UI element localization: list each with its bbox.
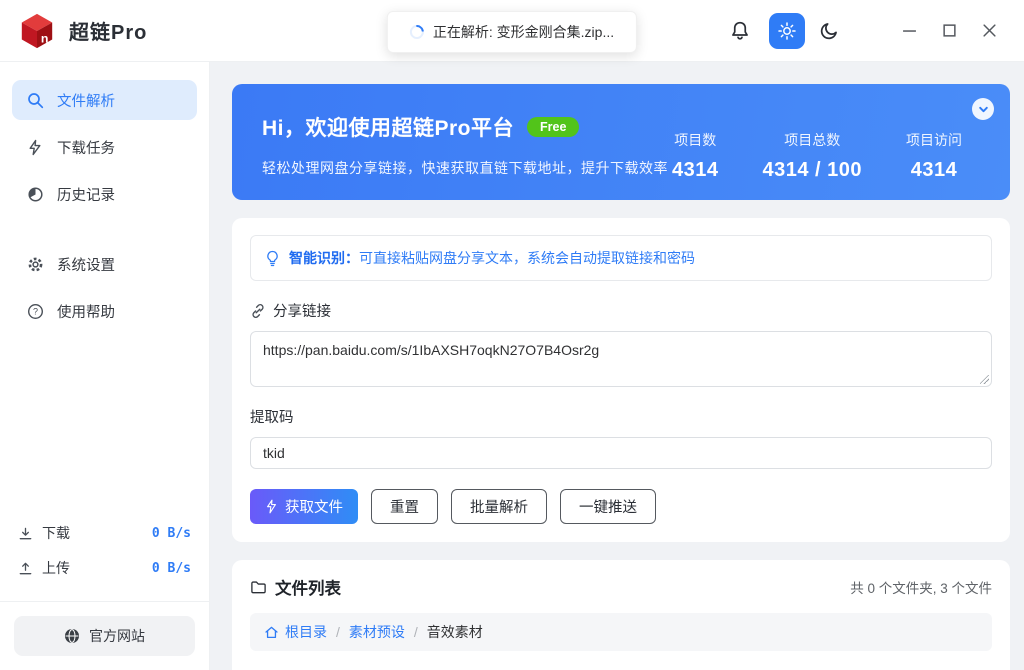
welcome-banner: Hi，欢迎使用超链Pro平台 Free 轻松处理网盘分享链接，快速获取直链下载地… bbox=[232, 84, 1010, 200]
share-link-input[interactable]: https://pan.baidu.com/s/1IbAXSH7oqkN27O7… bbox=[250, 331, 992, 387]
sidebar-divider bbox=[0, 601, 209, 602]
file-list-title-row: 文件列表 bbox=[250, 575, 341, 599]
sidebar-item-history[interactable]: 历史记录 bbox=[12, 174, 197, 214]
main-content: Hi，欢迎使用超链Pro平台 Free 轻松处理网盘分享链接，快速获取直链下载地… bbox=[210, 62, 1024, 670]
folder-icon bbox=[250, 579, 267, 595]
batch-parse-button[interactable]: 批量解析 bbox=[451, 489, 547, 524]
toast-text: 正在解析: 变形金刚合集.zip... bbox=[432, 24, 615, 40]
sidebar-item-label: 使用帮助 bbox=[57, 304, 115, 321]
lightning-icon bbox=[27, 139, 44, 156]
share-link-label-row: 分享链接 bbox=[250, 300, 992, 321]
code-label-row: 提取码 bbox=[250, 406, 992, 427]
breadcrumb-separator: / bbox=[413, 624, 418, 640]
maximize-button[interactable] bbox=[940, 22, 958, 40]
sidebar-item-file-parse[interactable]: 文件解析 bbox=[12, 80, 197, 120]
sidebar-item-label: 历史记录 bbox=[57, 187, 115, 204]
breadcrumb-separator: / bbox=[336, 624, 340, 640]
lightbulb-icon bbox=[265, 250, 280, 267]
app-window: n 超链Pro 正在解析: 变形金刚合集.zip... 文件解析 下载任务 历史… bbox=[0, 0, 1024, 670]
download-icon bbox=[18, 526, 33, 541]
share-link-label: 分享链接 bbox=[273, 304, 331, 320]
extract-code-label: 提取码 bbox=[250, 410, 294, 426]
breadcrumb: 根目录 / 素材预设 / 音效素材 bbox=[250, 613, 992, 651]
sidebar-item-help[interactable]: ? 使用帮助 bbox=[12, 291, 197, 331]
stat-project-count: 项目数 4314 bbox=[671, 132, 719, 181]
topbar-actions bbox=[727, 12, 1024, 49]
gear-icon bbox=[27, 256, 44, 273]
reset-button[interactable]: 重置 bbox=[371, 489, 438, 524]
official-website-label: 官方网站 bbox=[89, 628, 145, 644]
tip-title: 智能识别： bbox=[289, 250, 359, 266]
sidebar-item-label: 系统设置 bbox=[57, 257, 115, 274]
svg-text:n: n bbox=[41, 31, 49, 45]
history-icon bbox=[27, 186, 44, 203]
parser-card: 智能识别：可直接粘贴网盘分享文本，系统会自动提取链接和密码 分享链接 https… bbox=[232, 218, 1010, 542]
upload-label: 上传 bbox=[42, 560, 70, 576]
sidebar-item-label: 下载任务 bbox=[57, 140, 115, 157]
stat-project-total: 项目总数 4314 / 100 bbox=[762, 132, 862, 181]
topbar: n 超链Pro 正在解析: 变形金刚合集.zip... bbox=[0, 0, 1024, 62]
file-list-summary: 共 0 个文件夹, 3 个文件 bbox=[850, 581, 992, 596]
smart-detect-tip: 智能识别：可直接粘贴网盘分享文本，系统会自动提取链接和密码 bbox=[250, 235, 992, 281]
home-icon bbox=[264, 625, 279, 640]
notification-bell-icon[interactable] bbox=[727, 18, 753, 44]
plan-badge: Free bbox=[527, 117, 580, 137]
file-list-card: 文件列表 共 0 个文件夹, 3 个文件 根目录 / 素材预设 / 音效素材 bbox=[232, 560, 1010, 670]
globe-icon bbox=[64, 628, 80, 644]
app-logo-cube-icon: n bbox=[18, 11, 56, 51]
brand: n 超链Pro bbox=[0, 11, 147, 51]
resize-grip[interactable] bbox=[980, 375, 989, 384]
banner-collapse-button[interactable] bbox=[972, 98, 994, 120]
banner-subtitle: 轻松处理网盘分享链接，快速获取直链下载地址，提升下载效率 bbox=[262, 160, 668, 176]
search-icon bbox=[27, 92, 44, 109]
upload-speed-value: 0 B/s bbox=[151, 560, 191, 576]
sidebar-item-settings[interactable]: 系统设置 bbox=[12, 244, 197, 284]
spinner-icon bbox=[407, 22, 427, 42]
sidebar-item-download-tasks[interactable]: 下载任务 bbox=[12, 127, 197, 167]
upload-speed-row: 上传 0 B/s bbox=[18, 558, 191, 578]
banner-greeting: Hi，欢迎使用超链Pro平台 bbox=[262, 117, 515, 140]
breadcrumb-root[interactable]: 根目录 bbox=[264, 622, 327, 642]
transfer-speeds: 下载 0 B/s 上传 0 B/s bbox=[0, 508, 209, 593]
light-theme-button[interactable] bbox=[769, 12, 805, 49]
download-speed-row: 下载 0 B/s bbox=[18, 523, 191, 543]
help-icon: ? bbox=[27, 303, 44, 320]
banner-stats: 项目数 4314 项目总数 4314 / 100 项目访问 4314 bbox=[672, 130, 962, 182]
dark-theme-moon-icon[interactable] bbox=[816, 18, 842, 44]
breadcrumb-folder[interactable]: 素材预设 bbox=[349, 622, 405, 642]
sidebar-nav: 文件解析 下载任务 历史记录 系统设置 ? 使用帮助 bbox=[0, 62, 209, 338]
app-title: 超链Pro bbox=[69, 22, 148, 44]
parsing-toast: 正在解析: 变形金刚合集.zip... bbox=[386, 11, 638, 53]
official-website-button[interactable]: 官方网站 bbox=[14, 616, 195, 656]
breadcrumb-current: 音效素材 bbox=[426, 624, 483, 640]
svg-text:?: ? bbox=[33, 306, 38, 316]
link-icon bbox=[250, 303, 266, 319]
upload-icon bbox=[18, 561, 33, 576]
stat-project-visits: 项目访问 4314 bbox=[906, 132, 962, 181]
chevron-down-icon bbox=[978, 106, 988, 112]
download-label: 下载 bbox=[42, 525, 70, 541]
one-click-push-button[interactable]: 一键推送 bbox=[560, 489, 656, 524]
sidebar: 文件解析 下载任务 历史记录 系统设置 ? 使用帮助 下载 0 B/s 上传 0… bbox=[0, 62, 210, 670]
download-speed-value: 0 B/s bbox=[151, 525, 191, 541]
close-button[interactable] bbox=[980, 22, 998, 40]
tip-body: 可直接粘贴网盘分享文本，系统会自动提取链接和密码 bbox=[359, 250, 695, 266]
lightning-icon bbox=[265, 499, 278, 514]
action-buttons: 获取文件 重置 批量解析 一键推送 bbox=[250, 489, 992, 524]
minimize-button[interactable] bbox=[900, 22, 918, 40]
extract-code-input[interactable] bbox=[250, 437, 992, 469]
fetch-files-button[interactable]: 获取文件 bbox=[250, 489, 358, 524]
file-list-title: 文件列表 bbox=[275, 580, 341, 598]
sidebar-item-label: 文件解析 bbox=[57, 93, 115, 110]
